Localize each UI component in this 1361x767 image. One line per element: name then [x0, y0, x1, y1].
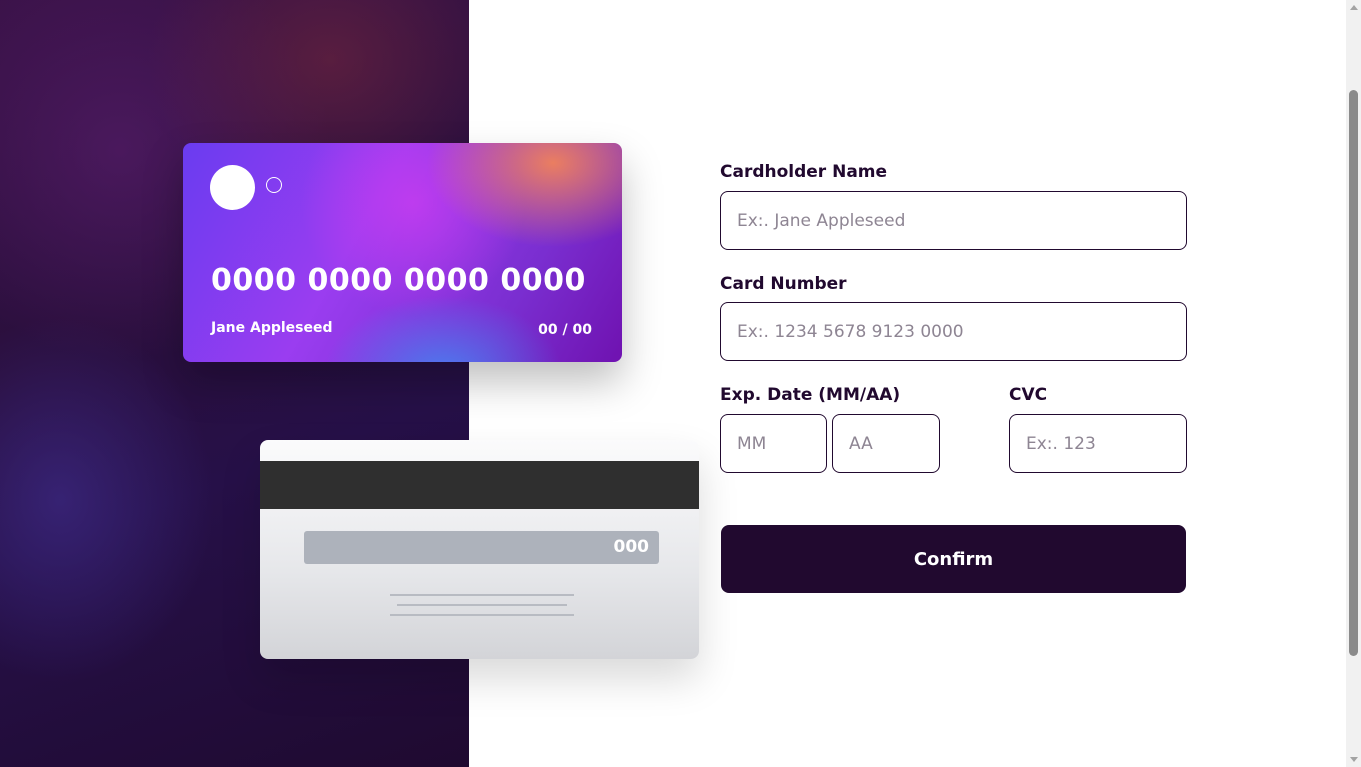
card-number-display: 0000 0000 0000 0000 — [211, 263, 586, 298]
card-number-label: Card Number — [720, 274, 847, 294]
card-expiry-display: 00 / 00 — [538, 322, 592, 338]
scroll-up-arrow-icon[interactable] — [1350, 5, 1358, 10]
magnetic-stripe — [260, 461, 699, 509]
page-scrollbar[interactable] — [1346, 0, 1361, 767]
exp-date-label: Exp. Date (MM/AA) — [720, 385, 901, 405]
confirm-button[interactable]: Confirm — [721, 525, 1186, 593]
exp-year-input[interactable] — [832, 414, 940, 473]
cardholder-name-display: Jane Appleseed — [211, 320, 333, 336]
card-fine-print-lines — [390, 594, 574, 624]
scrollbar-thumb[interactable] — [1349, 90, 1358, 656]
cvc-label: CVC — [1009, 385, 1048, 405]
scroll-down-arrow-icon[interactable] — [1350, 757, 1358, 762]
exp-month-input[interactable] — [720, 414, 827, 473]
card-logo-circle-filled-icon — [210, 165, 255, 210]
cardholder-name-label: Cardholder Name — [720, 162, 888, 182]
cvc-input[interactable] — [1009, 414, 1187, 473]
card-back-preview: 000 — [260, 440, 699, 659]
signature-strip: 000 — [304, 531, 659, 564]
cardholder-name-input[interactable] — [720, 191, 1187, 250]
card-logo-circle-outline-icon — [266, 177, 282, 193]
card-front-preview: 0000 0000 0000 0000 Jane Appleseed 00 / … — [183, 143, 622, 362]
card-cvc-display: 000 — [613, 537, 650, 557]
card-number-input[interactable] — [720, 302, 1187, 361]
